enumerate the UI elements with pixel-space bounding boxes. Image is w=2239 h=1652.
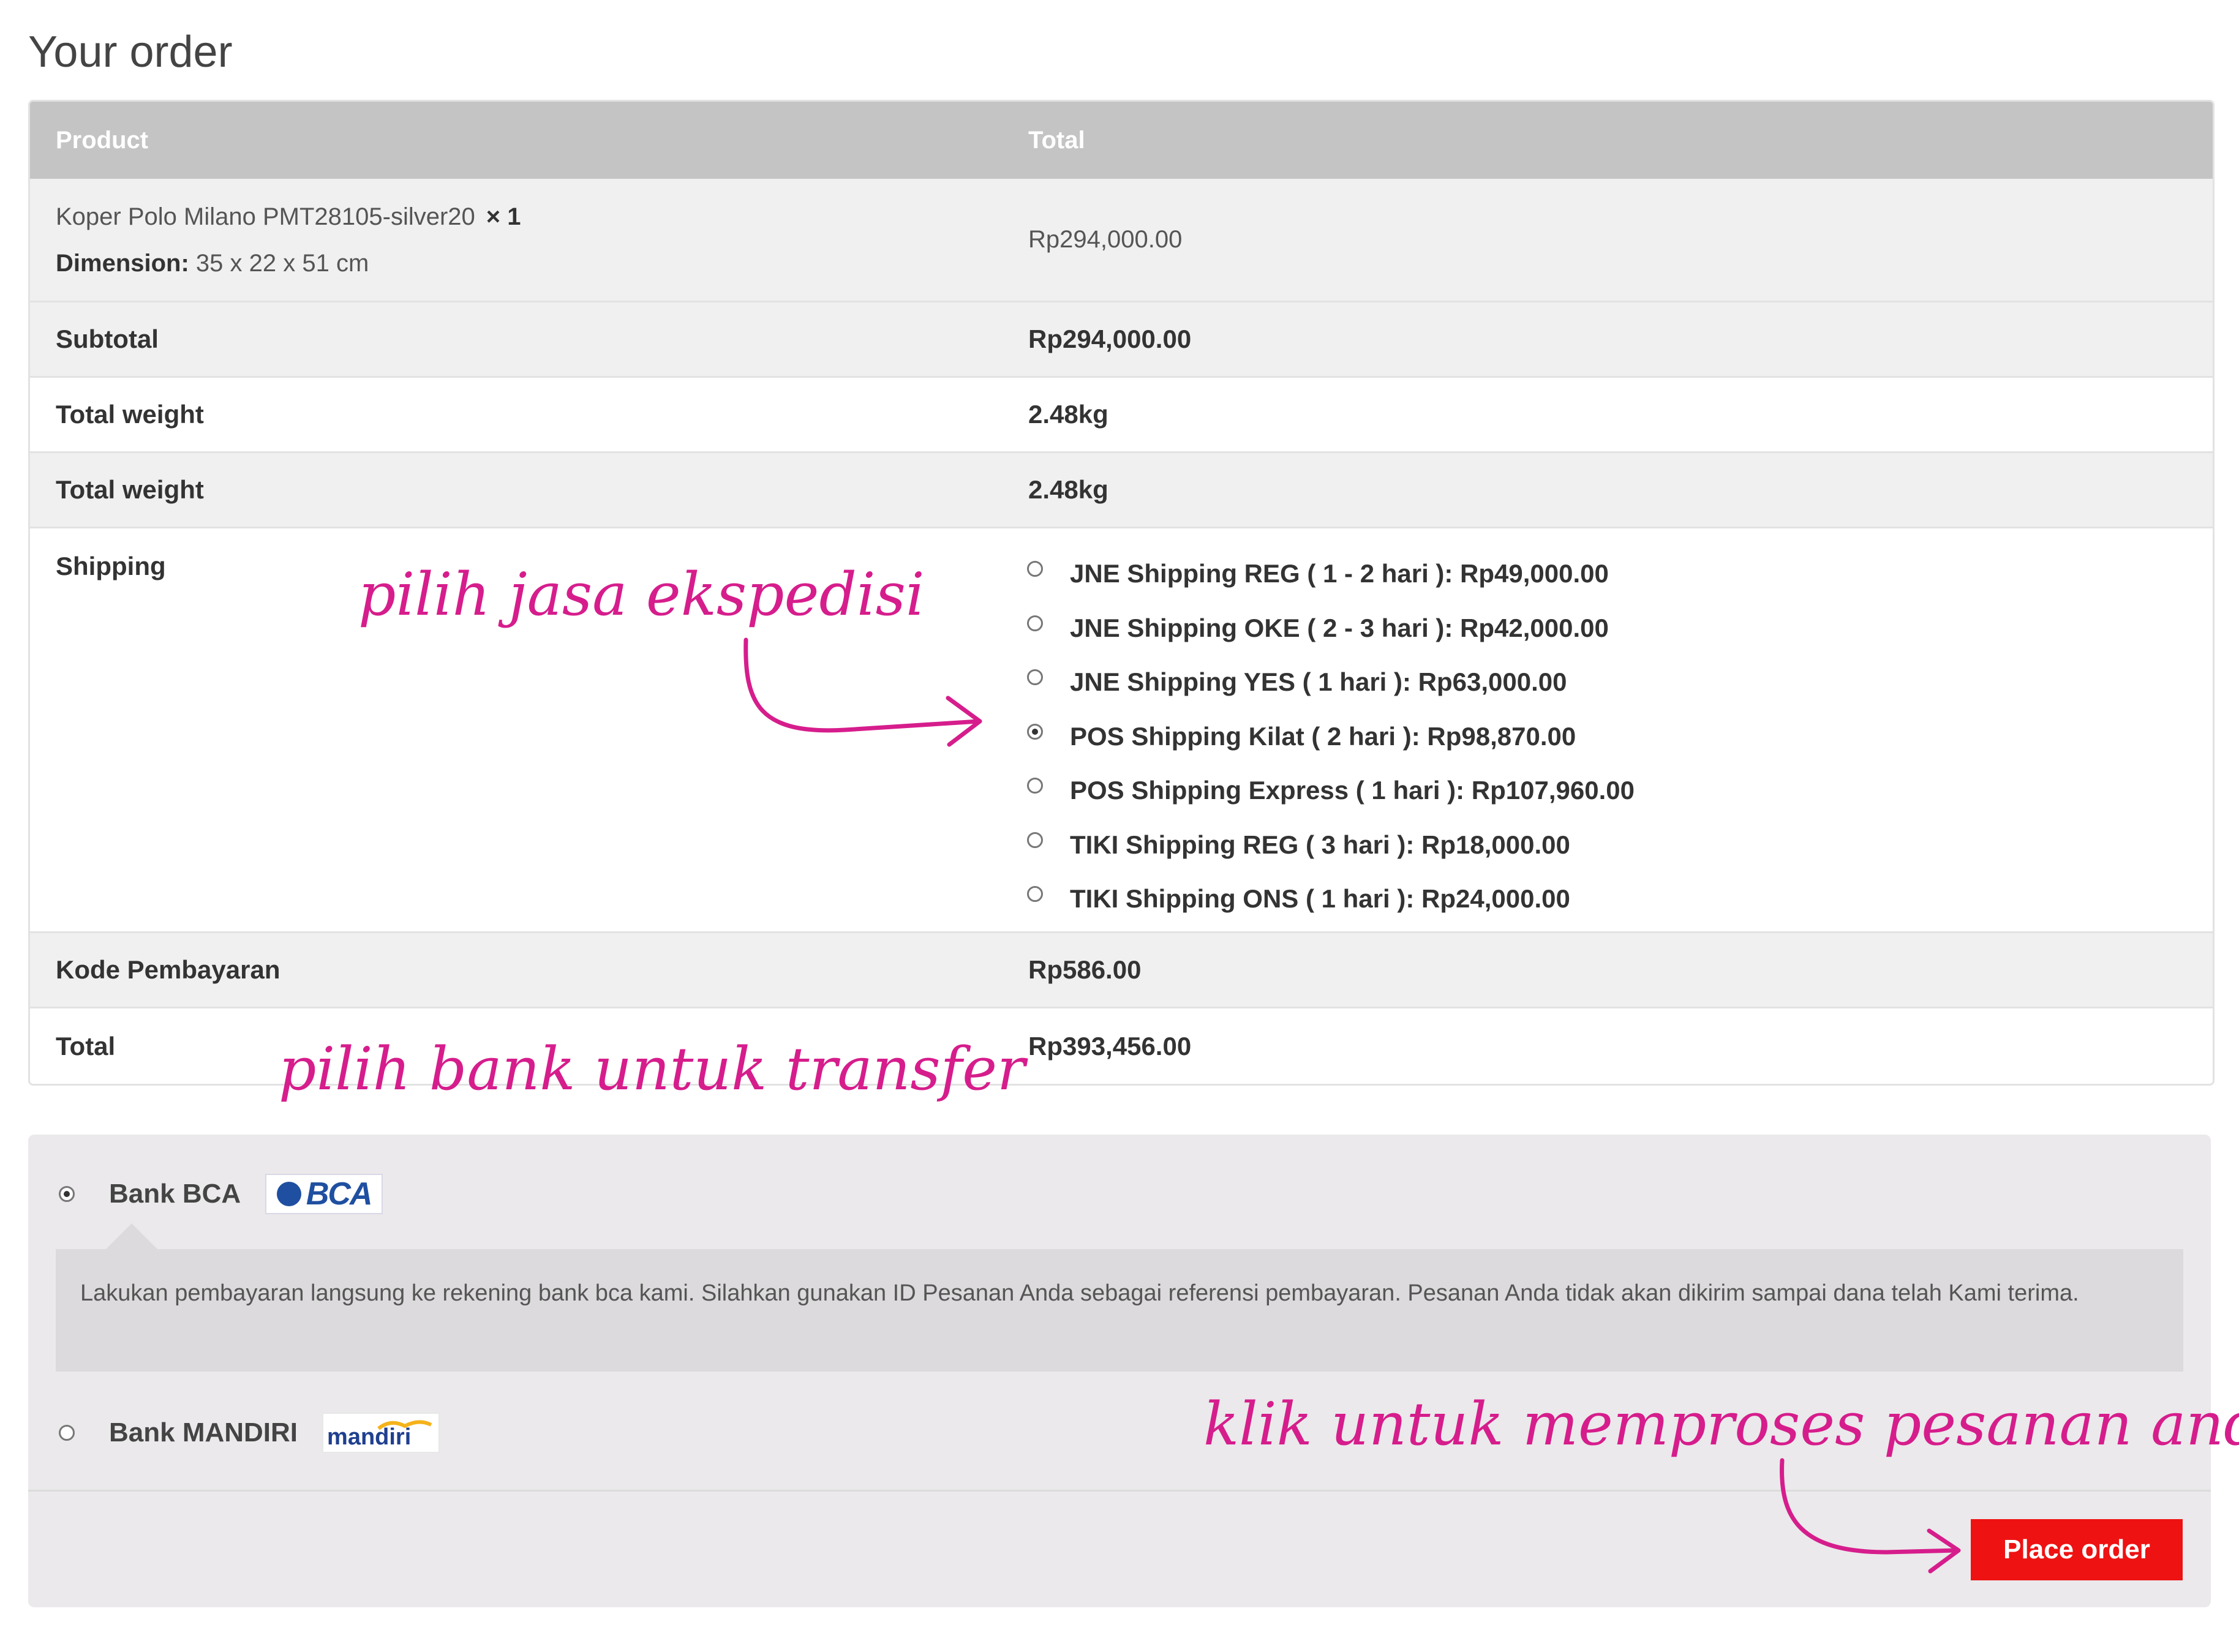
shipping-option[interactable]: JNE Shipping REG ( 1 - 2 hari ): Rp49,00… xyxy=(1027,547,2213,601)
bca-seal-icon xyxy=(276,1182,301,1206)
shipping-option-label: JNE Shipping OKE ( 2 - 3 hari ): Rp42,00… xyxy=(1070,613,1609,642)
cart-item-row: Koper Polo Milano PMT28105-silver20 × 1 D… xyxy=(30,179,2213,302)
order-review-table: Product Total Koper Polo Milano PMT28105… xyxy=(28,100,2215,1086)
subtotal-value: Rp294,000.00 xyxy=(1028,325,1192,353)
shipping-radio[interactable] xyxy=(1027,669,1043,686)
product-line-total: Rp294,000.00 xyxy=(1028,226,1183,253)
product-quantity: × 1 xyxy=(486,203,521,230)
shipping-option[interactable]: POS Shipping Express ( 1 hari ): Rp107,9… xyxy=(1027,764,2213,818)
shipping-option[interactable]: TIKI Shipping REG ( 3 hari ): Rp18,000.0… xyxy=(1027,818,2213,873)
total-weight-value: 2.48kg xyxy=(1028,475,1108,504)
page-title: Your order xyxy=(28,28,233,77)
total-weight-label: Total weight xyxy=(56,475,204,504)
subtotal-row: Subtotal Rp294,000.00 xyxy=(30,302,2213,378)
total-column-header: Total xyxy=(1028,126,1085,154)
bca-radio[interactable] xyxy=(59,1186,75,1202)
shipping-radio[interactable] xyxy=(1027,886,1043,903)
bca-payment-description: Lakukan pembayaran langsung ke rekening … xyxy=(56,1223,2183,1372)
payment-code-row: Kode Pembayaran Rp586.00 xyxy=(30,933,2213,1008)
annotation-shipping: pilih jasa ekspedisi xyxy=(358,560,925,629)
annotation-bank: pilih bank untuk transfer xyxy=(279,1035,1025,1103)
shipping-option-label: POS Shipping Kilat ( 2 hari ): Rp98,870.… xyxy=(1070,721,1576,751)
shipping-option-label: TIKI Shipping REG ( 3 hari ): Rp18,000.0… xyxy=(1070,830,1570,859)
total-weight-value: 2.48kg xyxy=(1028,400,1108,429)
total-weight-label: Total weight xyxy=(56,400,204,429)
bca-logo-text: BCA xyxy=(306,1176,373,1212)
shipping-radio[interactable] xyxy=(1027,778,1043,794)
shipping-option-label: POS Shipping Express ( 1 hari ): Rp107,9… xyxy=(1070,776,1635,805)
shipping-option[interactable]: TIKI Shipping ONS ( 1 hari ): Rp24,000.0… xyxy=(1027,872,2213,926)
shipping-option[interactable]: JNE Shipping YES ( 1 hari ): Rp63,000.00 xyxy=(1027,655,2213,710)
shipping-options: JNE Shipping REG ( 1 - 2 hari ): Rp49,00… xyxy=(1003,528,2213,931)
payment-methods-panel: Bank BCA BCA Lakukan pembayaran langsung… xyxy=(28,1135,2211,1607)
total-weight-row: Total weight 2.48kg xyxy=(30,453,2213,528)
place-order-button[interactable]: Place order xyxy=(1971,1519,2183,1580)
shipping-radio[interactable] xyxy=(1027,723,1043,740)
annotation-order: klik untuk memproses pesanan anda xyxy=(1203,1390,2239,1459)
shipping-radio[interactable] xyxy=(1027,832,1043,848)
mandiri-logo-text: mandiri xyxy=(327,1424,412,1450)
payment-option-bca[interactable]: Bank BCA BCA xyxy=(59,1174,383,1214)
subtotal-label: Subtotal xyxy=(56,325,159,353)
shipping-row: Shipping JNE Shipping REG ( 1 - 2 hari )… xyxy=(30,528,2213,933)
mandiri-radio[interactable] xyxy=(59,1425,75,1441)
shipping-option-label: JNE Shipping YES ( 1 hari ): Rp63,000.00 xyxy=(1070,667,1567,697)
payment-code-label: Kode Pembayaran xyxy=(56,955,280,984)
shipping-radio[interactable] xyxy=(1027,615,1043,631)
dimension-label: Dimension: xyxy=(56,249,189,277)
product-column-header: Product xyxy=(56,126,149,154)
dimension-value: 35 x 22 x 51 cm xyxy=(195,249,369,277)
bca-label: Bank BCA xyxy=(109,1179,241,1209)
payment-code-value: Rp586.00 xyxy=(1028,955,1142,984)
product-name: Koper Polo Milano PMT28105-silver20 xyxy=(56,203,475,230)
table-header: Product Total xyxy=(30,102,2213,179)
payment-option-mandiri[interactable]: Bank MANDIRI mandiri xyxy=(59,1413,440,1453)
shipping-option-label: TIKI Shipping ONS ( 1 hari ): Rp24,000.0… xyxy=(1070,884,1570,914)
shipping-option[interactable]: POS Shipping Kilat ( 2 hari ): Rp98,870.… xyxy=(1027,710,2213,764)
payment-divider xyxy=(28,1490,2211,1492)
shipping-option[interactable]: JNE Shipping OKE ( 2 - 3 hari ): Rp42,00… xyxy=(1027,601,2213,656)
order-total-value: Rp393,456.00 xyxy=(1028,1031,1192,1061)
mandiri-label: Bank MANDIRI xyxy=(109,1417,298,1447)
shipping-option-label: JNE Shipping REG ( 1 - 2 hari ): Rp49,00… xyxy=(1070,559,1609,588)
bca-logo: BCA xyxy=(265,1174,383,1214)
mandiri-logo: mandiri xyxy=(322,1413,440,1453)
shipping-radio[interactable] xyxy=(1027,561,1043,577)
total-weight-row: Total weight 2.48kg xyxy=(30,378,2213,453)
